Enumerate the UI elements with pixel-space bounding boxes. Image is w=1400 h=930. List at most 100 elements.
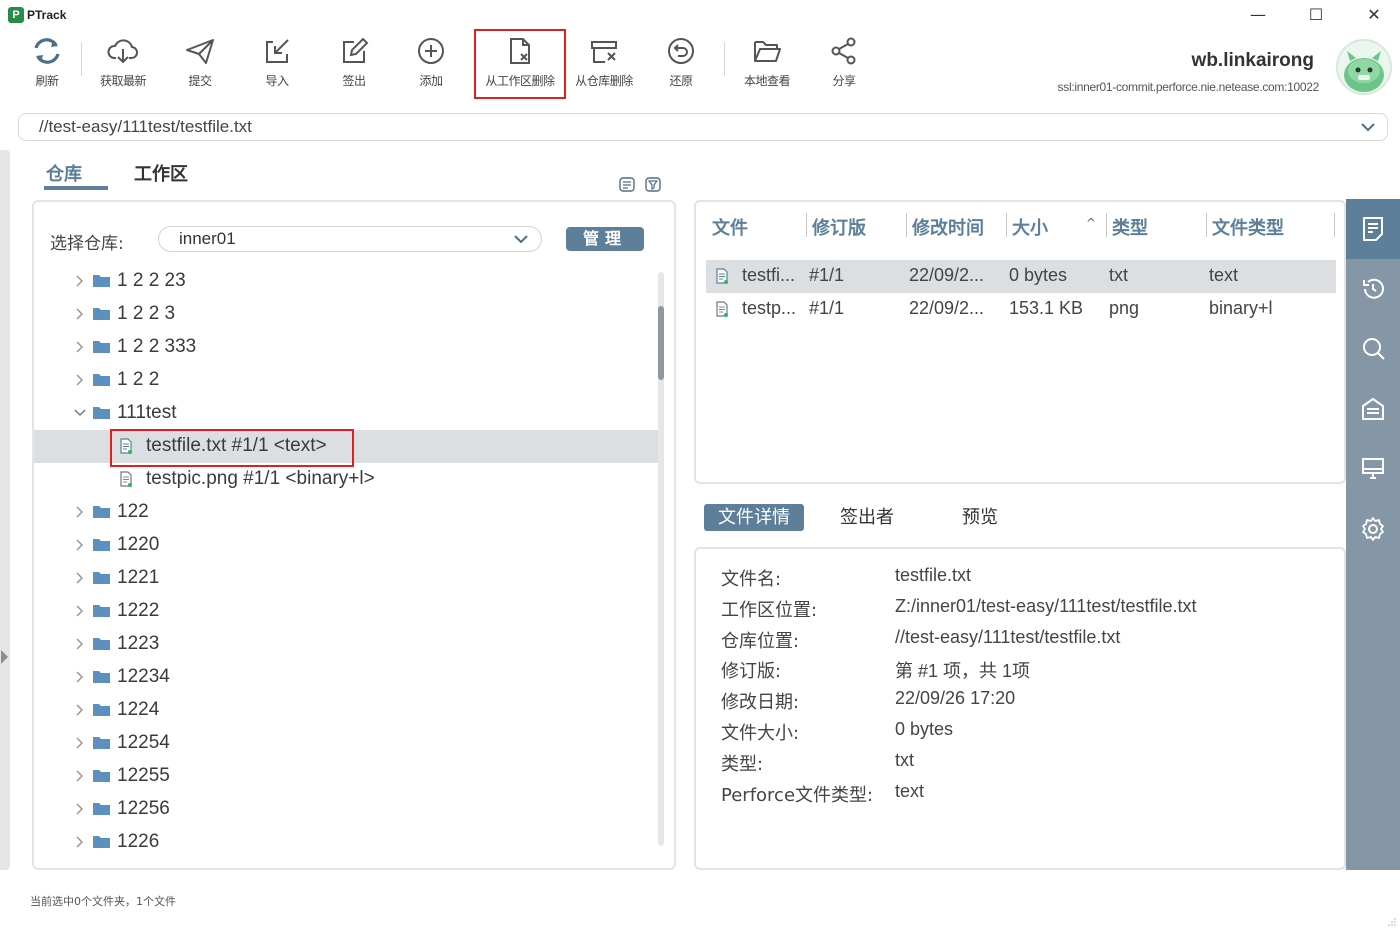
chevron-right-icon[interactable] (76, 308, 84, 320)
tab-checked-out-by[interactable]: 签出者 (840, 504, 894, 531)
chevron-right-icon[interactable] (76, 341, 84, 353)
sidebar-item-changelists[interactable] (1346, 379, 1400, 439)
maximize-button[interactable]: ☐ (1296, 2, 1336, 28)
tree-file-label: testpic.png #1/1 <binary+l> (146, 468, 375, 489)
col-divider[interactable] (1106, 213, 1107, 237)
resize-grip-icon[interactable] (1388, 918, 1396, 926)
checkout-button[interactable]: 签出 (330, 30, 378, 98)
tab-file-details[interactable]: 文件详情 (704, 504, 804, 531)
cell-file: testfi... (742, 265, 796, 285)
submit-label: 提交 (188, 74, 212, 88)
col-header-modified[interactable]: 修改时间 (912, 214, 984, 240)
close-button[interactable]: ✕ (1354, 2, 1394, 28)
chevron-right-icon[interactable] (76, 638, 84, 650)
chevron-right-icon[interactable] (76, 605, 84, 617)
tree-folder-row[interactable]: 1 2 2 3 (34, 298, 658, 331)
tree-folder-row[interactable]: 12255 (34, 760, 658, 793)
tree-folder-row[interactable]: 1226 (34, 826, 658, 859)
revert-button[interactable]: 还原 (657, 30, 705, 98)
refresh-button[interactable]: 刷新 (22, 30, 72, 98)
local-view-button[interactable]: 本地查看 (738, 30, 796, 98)
sidebar-item-workspaces[interactable] (1346, 439, 1400, 499)
detail-value: 0 bytes (895, 719, 954, 739)
sidebar-item-history[interactable] (1346, 259, 1400, 319)
submit-button[interactable]: 提交 (176, 30, 224, 98)
chevron-down-icon[interactable] (1359, 118, 1377, 136)
chevron-right-icon[interactable] (76, 737, 84, 749)
delete-from-depot-button[interactable]: 从仓库删除 (569, 30, 639, 98)
tree-folder-row[interactable]: 1224 (34, 694, 658, 727)
avatar[interactable] (1336, 39, 1392, 95)
chevron-right-icon[interactable] (76, 506, 84, 518)
chevron-right-icon[interactable] (76, 275, 84, 287)
col-header-file[interactable]: 文件 (712, 214, 748, 240)
tree-folder-row[interactable]: 12254 (34, 727, 658, 760)
col-divider[interactable] (1006, 213, 1007, 237)
path-bar[interactable]: //test-easy/111test/testfile.txt (18, 113, 1388, 141)
filter-icon[interactable] (645, 177, 661, 192)
sidebar-item-settings[interactable] (1346, 499, 1400, 559)
tree-folder-row[interactable]: 1 2 2 333 (34, 331, 658, 364)
col-header-size[interactable]: 大小 (1012, 214, 1048, 240)
col-divider[interactable] (906, 213, 907, 237)
expand-arrow-icon[interactable] (1, 650, 8, 664)
tree-folder-row[interactable]: 1223 (34, 628, 658, 661)
col-divider[interactable] (806, 213, 807, 237)
add-button[interactable]: 添加 (407, 30, 455, 98)
tree-folder-label: 1226 (117, 831, 160, 852)
detail-label: 文件大小: (721, 723, 800, 744)
table-row[interactable]: testp... #1/1 22/09/2... 153.1 KB png bi… (706, 293, 1336, 326)
repo-select[interactable]: inner01 (158, 226, 542, 252)
repo-select-label: 选择仓库: (50, 234, 124, 254)
toolbar-divider (81, 42, 82, 76)
tree-folder-row[interactable]: 122 (34, 496, 658, 529)
tree-folder-label: 12234 (117, 666, 170, 687)
chevron-right-icon[interactable] (76, 836, 84, 848)
col-divider[interactable] (1206, 213, 1207, 237)
detail-value: 第 #1 项，共 1项 (895, 661, 1031, 681)
tree-folder-row[interactable]: 1221 (34, 562, 658, 595)
list-view-icon[interactable] (619, 177, 635, 192)
chevron-right-icon[interactable] (76, 770, 84, 782)
minimize-button[interactable]: — (1238, 2, 1278, 28)
tree-folder-row[interactable]: 1220 (34, 529, 658, 562)
tree-folder-row[interactable]: 12234 (34, 661, 658, 694)
tree-folder-label: 1 2 2 3 (117, 303, 176, 324)
manage-button[interactable]: 管理 (566, 227, 644, 251)
tree-file-row[interactable]: testpic.png #1/1 <binary+l> (34, 463, 658, 496)
col-header-revision[interactable]: 修订版 (812, 214, 866, 240)
col-divider[interactable] (1334, 213, 1335, 237)
chevron-right-icon[interactable] (76, 671, 84, 683)
tree-folder-label: 12255 (117, 765, 170, 786)
detail-value: txt (895, 750, 915, 770)
user-name: wb.linkairong (1191, 50, 1314, 71)
sidebar-item-search[interactable] (1346, 319, 1400, 379)
col-header-filetype[interactable]: 文件类型 (1212, 214, 1284, 240)
chevron-right-icon[interactable] (76, 704, 84, 716)
table-row[interactable]: testfi... #1/1 22/09/2... 0 bytes txt te… (706, 260, 1336, 293)
chevron-right-icon[interactable] (76, 539, 84, 551)
chevron-right-icon[interactable] (76, 803, 84, 815)
chevron-right-icon[interactable] (76, 374, 84, 386)
tab-preview[interactable]: 预览 (962, 504, 998, 531)
tree-folder-label: 1223 (117, 633, 160, 654)
col-header-type[interactable]: 类型 (1112, 214, 1148, 240)
left-collapse-strip[interactable] (0, 150, 10, 870)
share-button[interactable]: 分享 (820, 30, 868, 98)
sidebar-item-file-list[interactable] (1346, 199, 1400, 259)
cell-type: txt (1109, 265, 1129, 285)
get-latest-button[interactable]: 获取最新 (94, 30, 152, 98)
tree-folder-row[interactable]: 1222 (34, 595, 658, 628)
tree-folder-row[interactable]: 12256 (34, 793, 658, 826)
import-button[interactable]: 导入 (253, 30, 301, 98)
tree-folder-row[interactable]: 1 2 2 23 (34, 265, 658, 298)
tree-folder-row[interactable]: 1 2 2 (34, 364, 658, 397)
chevron-right-icon[interactable] (76, 572, 84, 584)
tab-repo[interactable]: 仓库 (46, 160, 82, 186)
tree-scrollbar-thumb[interactable] (658, 306, 664, 380)
tab-workspace[interactable]: 工作区 (134, 160, 188, 186)
chevron-down-icon[interactable] (74, 409, 86, 417)
tree-folder-row-expanded[interactable]: 111test (34, 397, 658, 430)
detail-value: Z:/inner01/test-easy/111test/testfile.tx… (895, 596, 1197, 616)
tree-folder-label: 1221 (117, 567, 160, 588)
